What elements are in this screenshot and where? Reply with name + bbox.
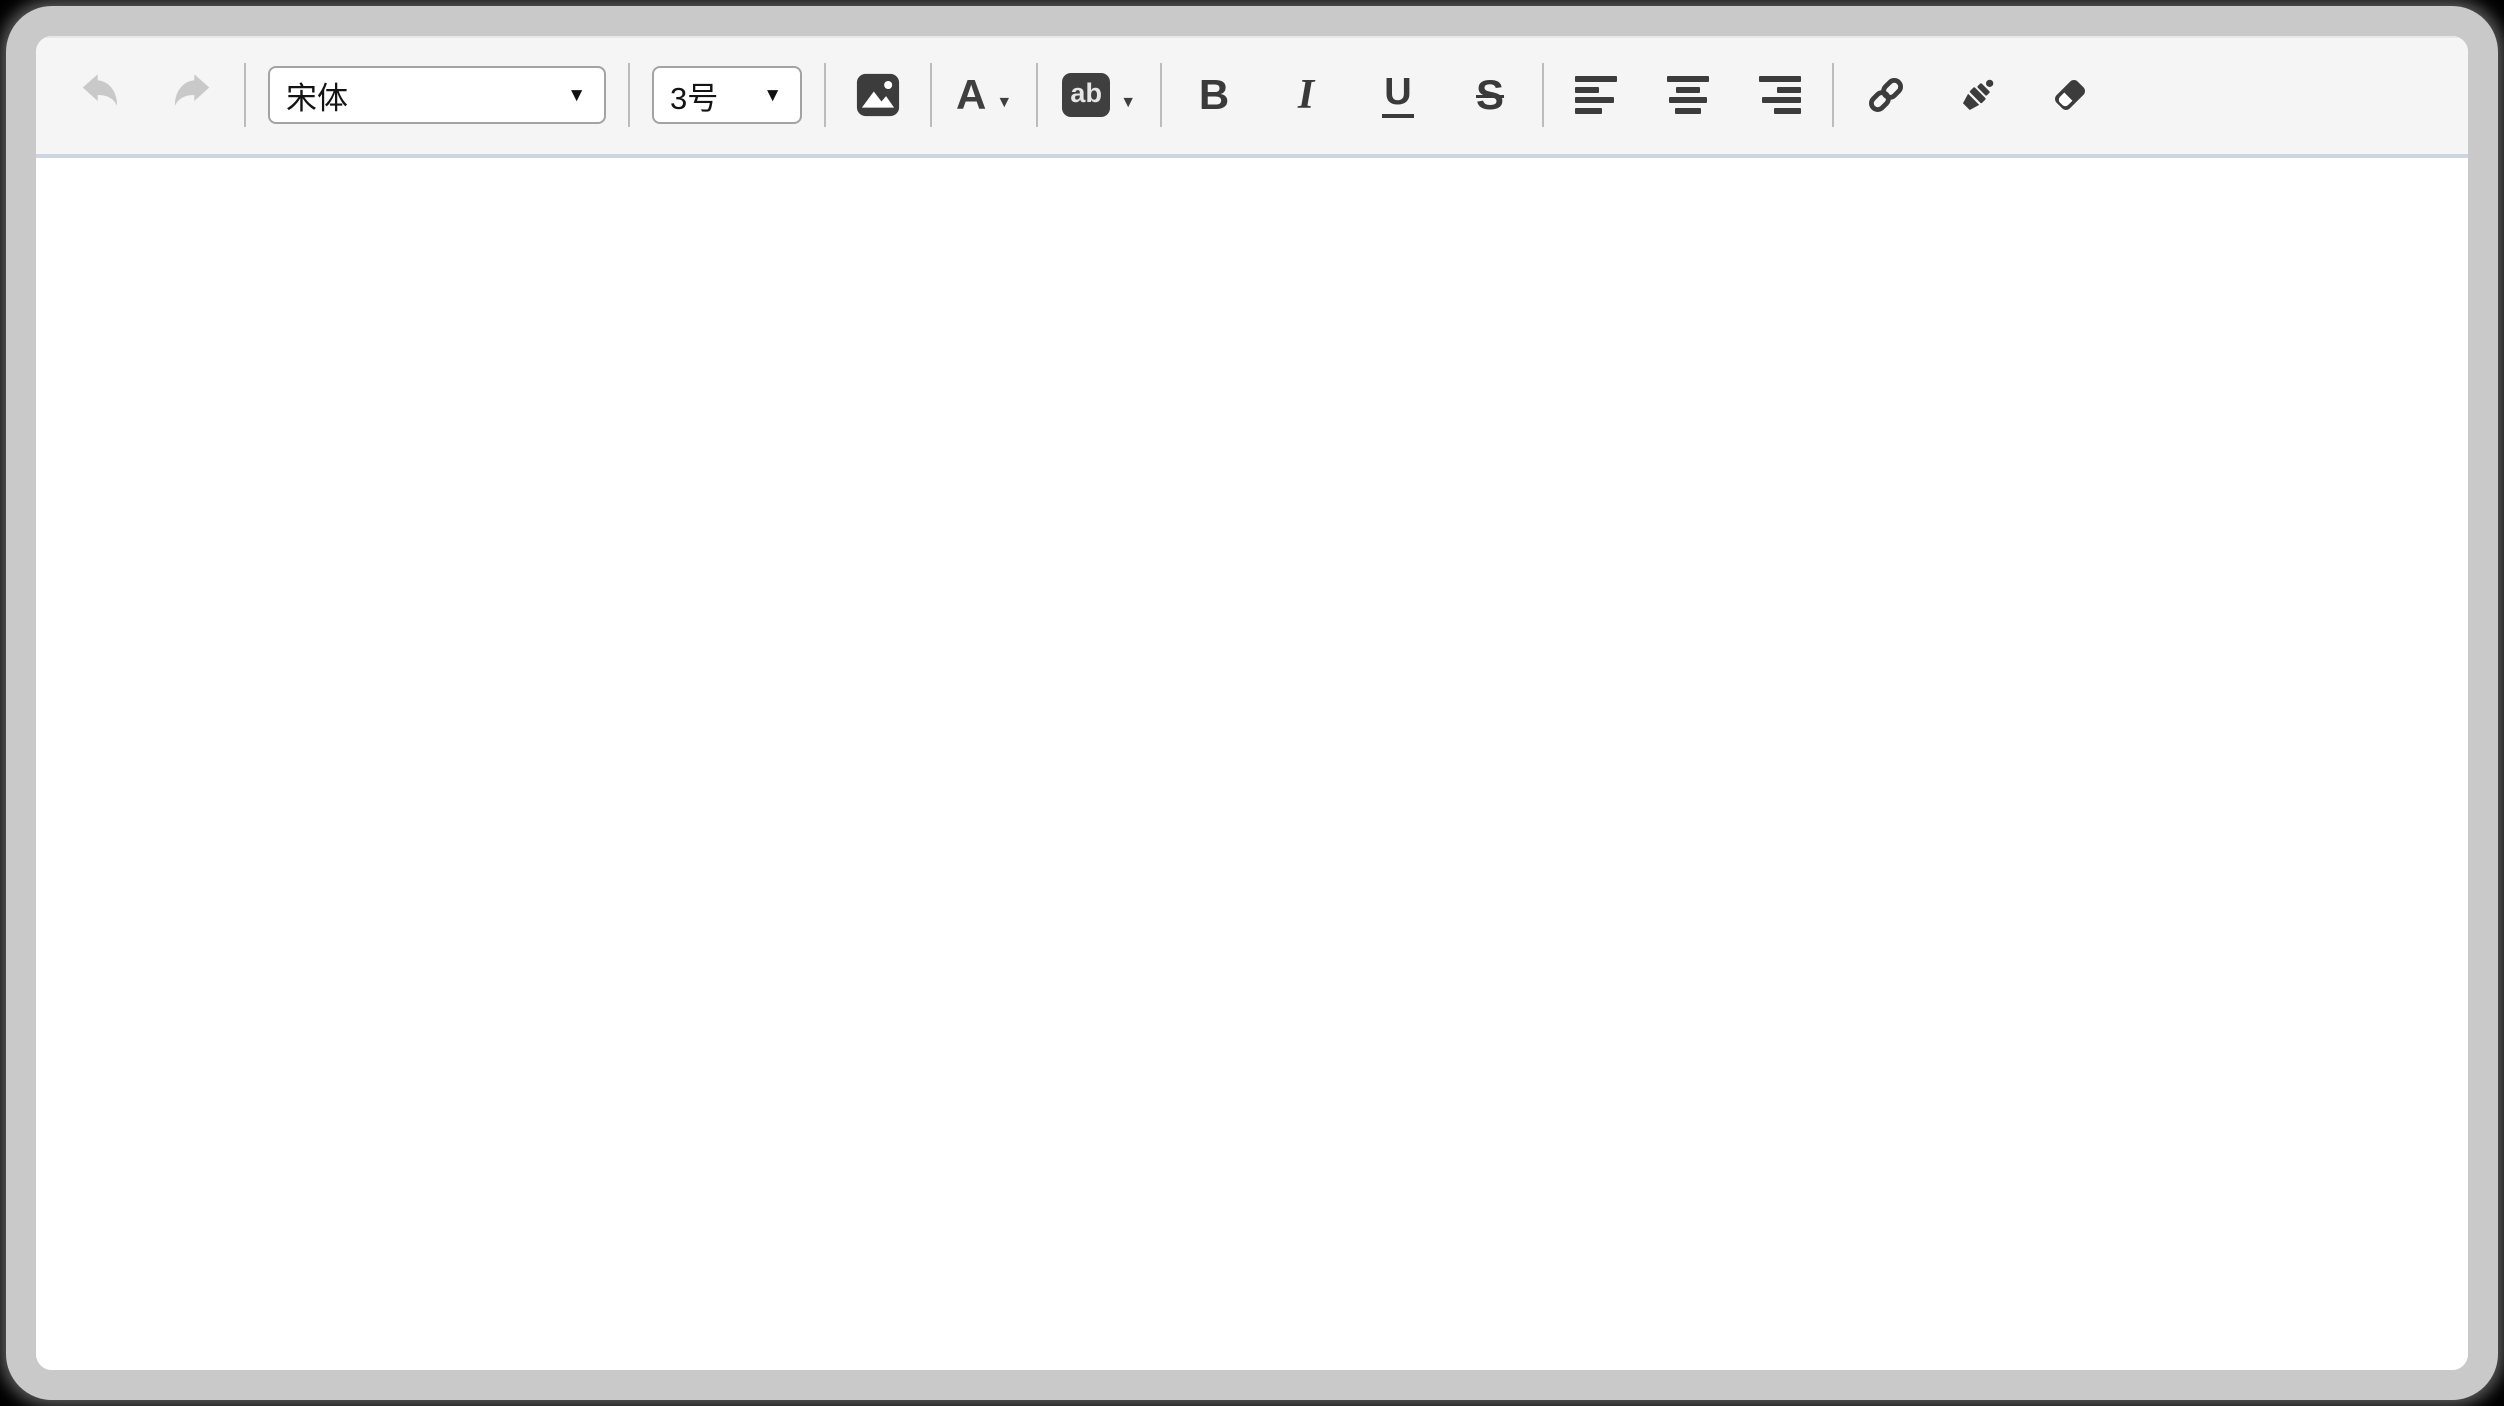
insert-image-button[interactable] [850,52,906,138]
insert-link-button[interactable] [1858,52,1914,138]
editor-toolbar: 宋体 ▼ 3号 ▼ [36,36,2468,158]
chevron-down-icon: ▼ [567,86,586,105]
rich-text-editor: 宋体 ▼ 3号 ▼ [6,6,2498,1400]
strikethrough-button[interactable]: S [1462,52,1518,138]
align-left-button[interactable] [1568,52,1624,138]
undo-button[interactable] [72,52,128,138]
italic-icon: I [1298,74,1314,116]
text-color-button[interactable]: A ▼ [956,52,1012,138]
toolbar-separator [824,63,826,127]
toolbar-separator [244,63,246,127]
eraser-icon [2047,72,2093,118]
brush-icon [1955,72,2001,118]
toolbar-separator [1036,63,1038,127]
align-center-icon [1667,76,1709,114]
align-center-button[interactable] [1660,52,1716,138]
font-family-select[interactable]: 宋体 ▼ [268,66,606,124]
redo-button[interactable] [164,52,220,138]
highlight-icon: ab [1062,73,1110,117]
italic-button[interactable]: I [1278,52,1334,138]
eraser-button[interactable] [2042,52,2098,138]
strikethrough-icon: S [1476,74,1504,116]
link-icon [1863,72,1909,118]
chevron-down-icon: ▼ [763,86,782,105]
align-left-icon [1575,76,1617,114]
toolbar-separator [628,63,630,127]
font-family-value: 宋体 [286,73,348,118]
align-right-icon [1759,76,1801,114]
redo-icon [169,72,215,118]
text-color-icon: A [956,74,986,116]
chevron-down-icon: ▼ [996,95,1012,111]
bold-button[interactable]: B [1186,52,1242,138]
bold-icon: B [1199,74,1229,116]
page: 宋体 ▼ 3号 ▼ [0,0,2504,1406]
format-brush-button[interactable] [1950,52,2006,138]
toolbar-separator [1832,63,1834,127]
editor-content[interactable] [36,158,2468,1370]
font-size-value: 3号 [670,73,718,118]
font-size-select[interactable]: 3号 ▼ [652,66,802,124]
toolbar-separator [1160,63,1162,127]
toolbar-separator [1542,63,1544,127]
undo-icon [77,72,123,118]
underline-button[interactable]: U [1370,52,1426,138]
align-right-button[interactable] [1752,52,1808,138]
toolbar-separator [930,63,932,127]
image-icon [855,72,901,118]
chevron-down-icon: ▼ [1120,95,1136,111]
highlight-color-button[interactable]: ab ▼ [1062,52,1136,138]
underline-icon: U [1382,73,1413,118]
